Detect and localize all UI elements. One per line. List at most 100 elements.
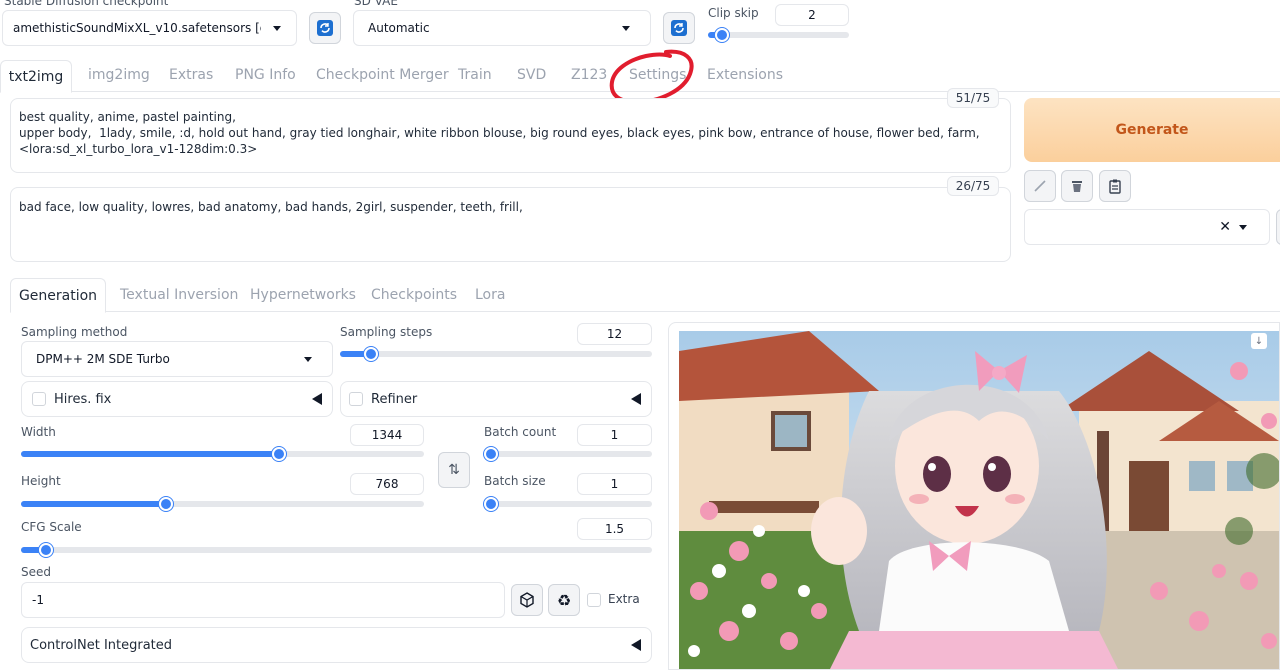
batch-count-label: Batch count bbox=[484, 425, 557, 439]
styles-edit-button[interactable] bbox=[1276, 209, 1280, 245]
slider-track bbox=[484, 501, 652, 507]
sampling-method-select[interactable]: DPM++ 2M SDE Turbo bbox=[21, 341, 333, 377]
refiner-accordion[interactable]: Refiner bbox=[340, 381, 652, 417]
recycle-icon: ♻ bbox=[556, 590, 572, 610]
tab-img2img[interactable]: img2img bbox=[88, 67, 150, 83]
batch-size-slider[interactable] bbox=[484, 497, 652, 511]
slider-track bbox=[21, 451, 424, 457]
clear-prompt-button[interactable] bbox=[1061, 170, 1093, 202]
prompt-line: best quality, anime, pastel painting, bbox=[19, 110, 236, 124]
height-input[interactable]: 768 bbox=[350, 473, 424, 495]
collapse-triangle-icon bbox=[631, 639, 641, 651]
refresh-vae-button[interactable] bbox=[663, 12, 695, 44]
sampling-steps-input[interactable]: 12 bbox=[577, 323, 652, 345]
swap-dimensions-button[interactable]: ⇅ bbox=[438, 452, 470, 488]
apply-styles-button[interactable] bbox=[1099, 170, 1131, 202]
slider-handle[interactable] bbox=[364, 347, 379, 361]
clear-icon[interactable]: ✕ bbox=[1219, 219, 1231, 235]
sampling-method-value: DPM++ 2M SDE Turbo bbox=[36, 352, 170, 366]
prompt-line: <lora:sd_xl_turbo_lora_v1-128dim:0.3> bbox=[19, 142, 258, 156]
clipskip-label: Clip skip bbox=[708, 6, 759, 20]
slider-handle[interactable] bbox=[715, 28, 730, 42]
output-gallery: ↓ bbox=[668, 322, 1280, 670]
clipskip-slider[interactable] bbox=[708, 28, 849, 42]
tab-hypernetworks[interactable]: Hypernetworks bbox=[250, 287, 356, 303]
generation-tabs: Generation Textual Inversion Hypernetwor… bbox=[10, 278, 1280, 313]
random-seed-button[interactable] bbox=[511, 584, 543, 616]
vae-label: SD VAE bbox=[354, 0, 398, 8]
collapse-triangle-icon bbox=[312, 393, 322, 405]
vae-select[interactable]: Automatic bbox=[353, 10, 651, 46]
tab-generation[interactable]: Generation bbox=[10, 278, 106, 313]
checkpoint-value: amethisticSoundMixXL_v10.safetensors [da… bbox=[13, 21, 261, 35]
tab-svd[interactable]: SVD bbox=[517, 67, 546, 83]
controlnet-label: ControlNet Integrated bbox=[30, 637, 173, 653]
slider-handle[interactable] bbox=[484, 447, 498, 461]
hires-fix-checkbox[interactable] bbox=[32, 392, 46, 406]
negative-token-counter: 26/75 bbox=[947, 176, 999, 196]
slider-fill bbox=[21, 451, 279, 457]
tab-extras[interactable]: Extras bbox=[169, 67, 213, 83]
width-label: Width bbox=[21, 425, 56, 439]
chevron-down-icon bbox=[622, 25, 630, 31]
generate-button[interactable]: Generate bbox=[1024, 98, 1280, 162]
positive-prompt[interactable]: best quality, anime, pastel painting, up… bbox=[10, 98, 1011, 173]
clipboard-icon bbox=[1109, 179, 1121, 194]
tab-txt2img[interactable]: txt2img bbox=[0, 60, 72, 93]
refresh-icon bbox=[671, 20, 687, 36]
slider-handle[interactable] bbox=[39, 543, 54, 557]
refresh-icon bbox=[317, 20, 333, 36]
reuse-seed-button[interactable]: ♻ bbox=[548, 584, 580, 616]
slider-track bbox=[21, 501, 424, 507]
width-slider[interactable] bbox=[21, 447, 424, 461]
seed-input[interactable]: -1 bbox=[21, 582, 505, 618]
height-slider[interactable] bbox=[21, 497, 424, 511]
generated-image[interactable] bbox=[679, 331, 1280, 670]
batch-count-slider[interactable] bbox=[484, 447, 652, 461]
batch-size-input[interactable]: 1 bbox=[577, 473, 652, 495]
styles-dropdown[interactable]: ✕ bbox=[1024, 209, 1270, 245]
clipskip-input[interactable]: 2 bbox=[775, 4, 849, 26]
tab-png-info[interactable]: PNG Info bbox=[235, 67, 296, 83]
hires-fix-label: Hires. fix bbox=[54, 391, 112, 407]
sampling-method-label: Sampling method bbox=[21, 325, 128, 339]
hires-fix-accordion[interactable]: Hires. fix bbox=[21, 381, 333, 417]
tab-lora[interactable]: Lora bbox=[475, 287, 505, 303]
chevron-down-icon bbox=[273, 25, 281, 31]
positive-token-counter: 51/75 bbox=[947, 88, 999, 108]
tab-label: txt2img bbox=[8, 68, 64, 85]
vae-value: Automatic bbox=[368, 21, 430, 35]
tab-label: Generation bbox=[18, 287, 98, 304]
extra-seed-checkbox[interactable] bbox=[587, 593, 601, 607]
extra-label: Extra bbox=[608, 592, 640, 606]
batch-count-input[interactable]: 1 bbox=[577, 424, 652, 446]
slider-track bbox=[708, 32, 849, 38]
refiner-checkbox[interactable] bbox=[349, 392, 363, 406]
negative-prompt[interactable]: bad face, low quality, lowres, bad anato… bbox=[10, 187, 1011, 262]
refresh-checkpoint-button[interactable] bbox=[309, 12, 341, 44]
collapse-triangle-icon bbox=[631, 393, 641, 405]
paste-params-button[interactable] bbox=[1024, 170, 1056, 202]
controlnet-accordion[interactable]: ControlNet Integrated bbox=[21, 627, 652, 663]
cfg-scale-slider[interactable] bbox=[21, 543, 652, 557]
slider-handle[interactable] bbox=[271, 447, 286, 461]
slider-handle[interactable] bbox=[159, 497, 174, 511]
slider-fill bbox=[21, 501, 167, 507]
sampling-steps-slider[interactable] bbox=[340, 347, 652, 361]
tab-checkpoint-merger[interactable]: Checkpoint Merger bbox=[316, 67, 449, 83]
tab-textual-inversion[interactable]: Textual Inversion bbox=[120, 287, 238, 303]
tab-checkpoints[interactable]: Checkpoints bbox=[371, 287, 457, 303]
pencil-icon bbox=[1034, 180, 1046, 192]
prompt-line: bad face, low quality, lowres, bad anato… bbox=[19, 200, 523, 214]
cfg-scale-input[interactable]: 1.5 bbox=[577, 518, 652, 540]
slider-handle[interactable] bbox=[484, 497, 498, 511]
download-icon[interactable]: ↓ bbox=[1251, 333, 1267, 349]
slider-track bbox=[21, 547, 652, 553]
seed-label: Seed bbox=[21, 565, 51, 579]
checkpoint-select[interactable]: amethisticSoundMixXL_v10.safetensors [da… bbox=[2, 10, 297, 46]
slider-track bbox=[484, 451, 652, 457]
tab-extensions[interactable]: Extensions bbox=[707, 67, 783, 83]
width-input[interactable]: 1344 bbox=[350, 424, 424, 446]
tab-train[interactable]: Train bbox=[458, 67, 492, 83]
tab-z123[interactable]: Z123 bbox=[571, 67, 607, 83]
